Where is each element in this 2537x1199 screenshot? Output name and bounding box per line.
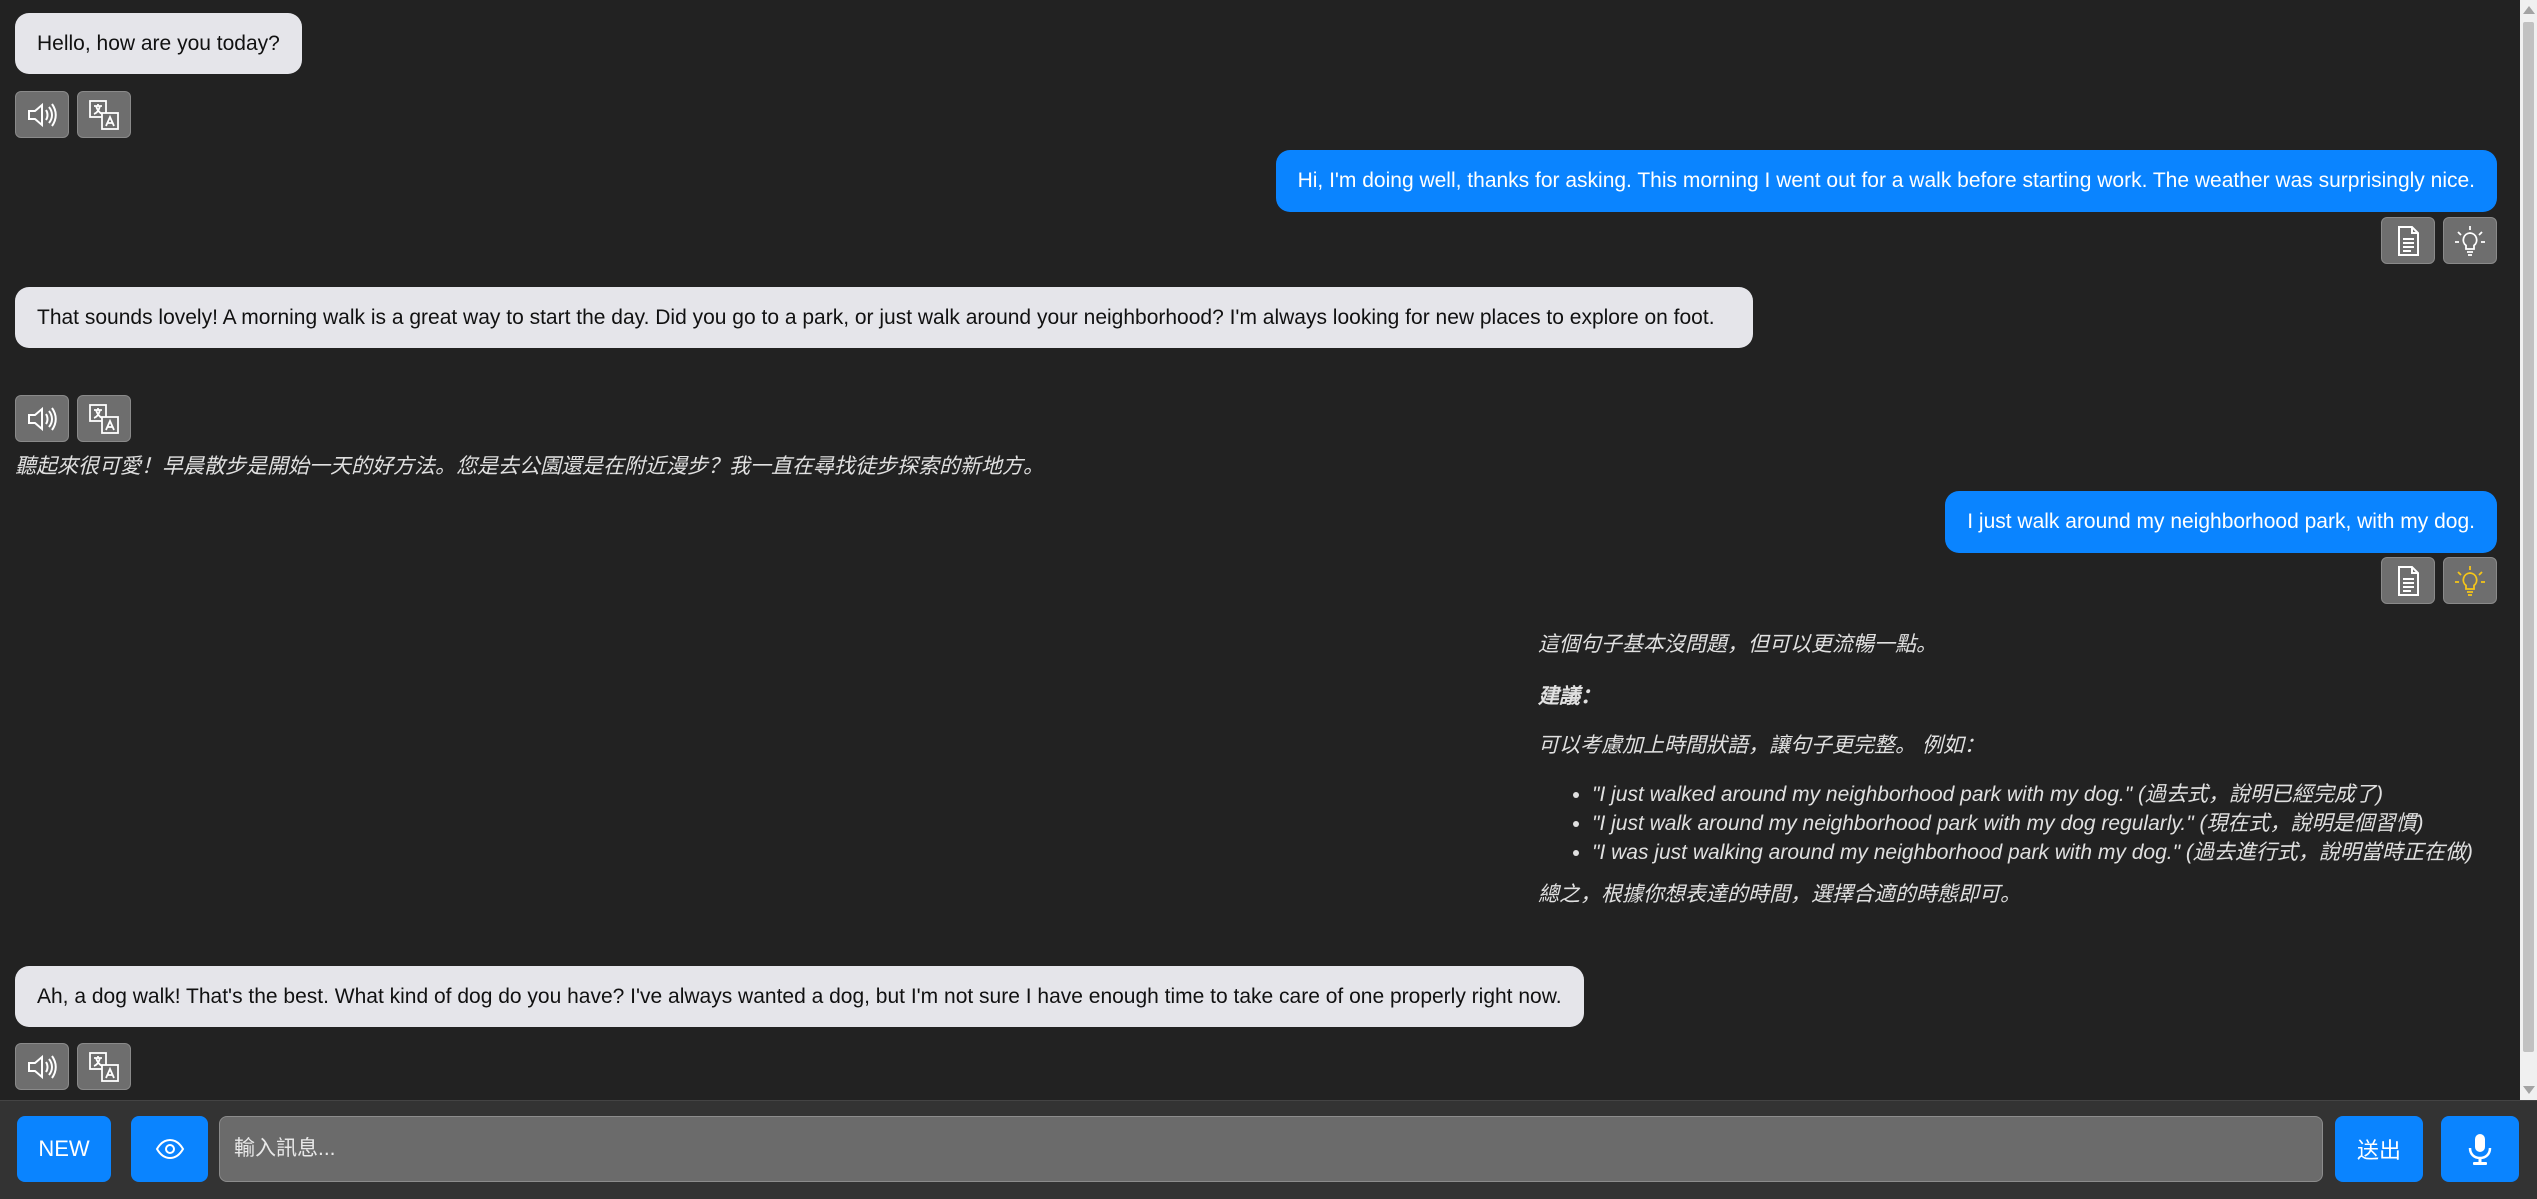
document-icon [2398, 565, 2419, 596]
suggestion-item: "I just walk around my neighborhood park… [1592, 809, 2473, 838]
feedback-lead: 可以考慮加上時間狀語，讓句子更完整。 例如： [1538, 734, 1985, 757]
microphone-button[interactable] [2441, 1116, 2519, 1182]
scrollbar[interactable] [2520, 0, 2537, 1100]
toggle-visibility-button[interactable] [131, 1116, 208, 1182]
copy-button[interactable] [2381, 217, 2435, 264]
speak-button[interactable] [15, 1043, 69, 1090]
user-message: I just walk around my neighborhood park,… [1945, 491, 2497, 553]
input-bar: NEW 送出 [0, 1100, 2537, 1199]
user-message: Hi, I'm doing well, thanks for asking. T… [1275, 150, 2497, 212]
suggestion-item: "I just walked around my neighborhood pa… [1592, 780, 2473, 809]
scroll-down-arrow-icon[interactable] [2523, 1086, 2535, 1094]
bot-message: That sounds lovely! A morning walk is a … [15, 287, 1753, 348]
feedback-heading: 建議： [1538, 685, 1601, 708]
message-text: Ah, a dog walk! That's the best. What ki… [37, 985, 1562, 1008]
translate-icon [89, 1051, 119, 1082]
bot-message-actions [15, 91, 131, 138]
speaker-icon [28, 1054, 57, 1079]
translation-text: 聽起來很可愛！早晨散步是開始一天的好方法。您是去公園還是在附近漫步？我一直在尋找… [15, 455, 1044, 478]
message-text: That sounds lovely! A morning walk is a … [37, 306, 1715, 329]
bot-message: Hello, how are you today? [15, 13, 302, 74]
grammar-feedback: 這個句子基本沒問題，但可以更流暢一點。 建議： 可以考慮加上時間狀語，讓句子更完… [1538, 630, 2498, 930]
chat-area: Hello, how are you today? Hi, I'm doing … [0, 0, 2520, 1100]
suggestion-quote: "I just walked around my neighborhood pa… [1592, 783, 2133, 806]
suggestion-item: "I was just walking around my neighborho… [1592, 838, 2473, 867]
message-text: Hello, how are you today? [37, 32, 280, 55]
translate-icon [89, 403, 119, 434]
translate-button[interactable] [77, 91, 131, 138]
suggestion-note: (過去進行式，說明當時正在做) [2180, 841, 2473, 864]
speak-button[interactable] [15, 395, 69, 442]
hint-button[interactable] [2443, 557, 2497, 604]
scroll-thumb[interactable] [2523, 22, 2534, 1052]
user-message-actions [2381, 557, 2497, 604]
speaker-icon [28, 102, 57, 127]
suggestion-note: (現在式，說明是個習慣) [2193, 812, 2424, 835]
eye-icon [155, 1138, 184, 1160]
scroll-up-arrow-icon[interactable] [2523, 6, 2535, 14]
new-chat-button[interactable]: NEW [17, 1116, 111, 1182]
speaker-icon [28, 406, 57, 431]
bot-message: Ah, a dog walk! That's the best. What ki… [15, 966, 1584, 1027]
translate-button[interactable] [77, 1043, 131, 1090]
hint-button[interactable] [2443, 217, 2497, 264]
document-icon [2398, 225, 2419, 256]
feedback-intro: 這個句子基本沒問題，但可以更流暢一點。 [1538, 633, 1937, 656]
feedback-conclusion: 總之，根據你想表達的時間，選擇合適的時態即可。 [1538, 883, 2021, 906]
copy-button[interactable] [2381, 557, 2435, 604]
message-text: I just walk around my neighborhood park,… [1967, 510, 2475, 533]
message-text: Hi, I'm doing well, thanks for asking. T… [1297, 169, 2475, 192]
translate-icon [89, 99, 119, 130]
suggestion-quote: "I just walk around my neighborhood park… [1592, 812, 2194, 835]
message-input[interactable] [219, 1116, 2323, 1182]
bot-message-actions [15, 1043, 131, 1090]
lightbulb-icon [2455, 565, 2485, 596]
suggestion-quote: "I was just walking around my neighborho… [1592, 841, 2181, 864]
user-message-actions [2381, 217, 2497, 264]
microphone-icon [2468, 1134, 2492, 1165]
translate-button[interactable] [77, 395, 131, 442]
bot-message-actions [15, 395, 131, 442]
speak-button[interactable] [15, 91, 69, 138]
suggestion-note: (過去式，說明已經完成了) [2132, 783, 2384, 806]
suggestion-list: "I just walked around my neighborhood pa… [1538, 780, 2473, 867]
send-button[interactable]: 送出 [2335, 1116, 2423, 1182]
lightbulb-icon [2455, 225, 2485, 256]
